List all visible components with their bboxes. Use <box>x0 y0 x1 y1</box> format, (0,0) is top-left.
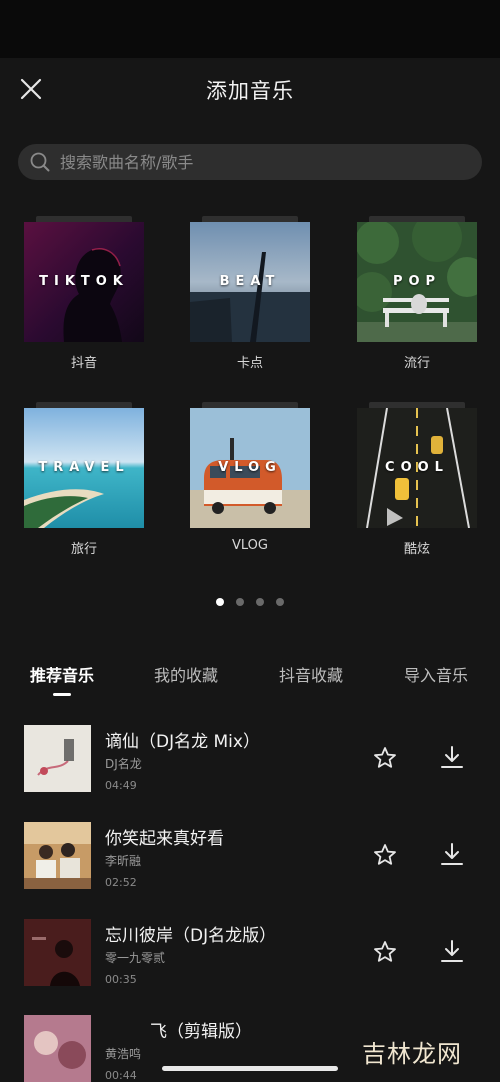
song-duration: 04:49 <box>105 779 137 792</box>
song-artist: 零一九零贰 <box>105 951 166 965</box>
category-vlog[interactable]: VLOG VLOG <box>190 402 310 558</box>
song-title: 飞（剪辑版） <box>150 1022 252 1042</box>
search-bar[interactable] <box>18 144 482 180</box>
page-dot[interactable] <box>276 598 284 606</box>
music-tabs: 推荐音乐 我的收藏 抖音收藏 导入音乐 <box>0 662 500 702</box>
category-label: 流行 <box>403 356 430 371</box>
song-cover-image <box>24 919 91 986</box>
tab-recommended[interactable]: 推荐音乐 <box>30 662 94 686</box>
song-row[interactable]: 你笑起来真好看 李昕融 02:52 <box>0 822 500 912</box>
watermark-text: 吉林龙网 <box>362 1040 462 1068</box>
category-label: 酷炫 <box>403 542 430 557</box>
song-cover <box>24 822 91 889</box>
song-cover-image <box>24 725 91 792</box>
song-duration: 00:35 <box>105 973 137 986</box>
category-label: 卡点 <box>236 356 263 371</box>
download-icon[interactable] <box>440 744 464 770</box>
song-title: 忘川彼岸（DJ名龙版） <box>105 926 277 946</box>
status-bar <box>0 0 500 58</box>
tab-my-favorites[interactable]: 我的收藏 <box>154 662 218 686</box>
song-cover-image <box>24 822 91 889</box>
category-thumbnail: TRAVEL <box>24 408 144 528</box>
header: 添加音乐 <box>0 58 500 120</box>
category-thumb-text: TRAVEL <box>38 460 130 475</box>
song-row[interactable]: 谪仙（DJ名龙 Mix） DJ名龙 04:49 <box>0 725 500 815</box>
category-label: 旅行 <box>70 542 97 557</box>
star-icon[interactable] <box>372 745 398 771</box>
page-indicator <box>0 598 500 608</box>
category-tiktok[interactable]: TIKTOK 抖音 <box>24 216 144 372</box>
song-artist: 李昕融 <box>105 854 142 868</box>
song-duration: 00:44 <box>105 1069 137 1082</box>
home-indicator[interactable] <box>162 1066 338 1071</box>
song-cover-image <box>24 1015 91 1082</box>
page-title: 添加音乐 <box>206 79 294 103</box>
category-thumbnail: TIKTOK <box>24 222 144 342</box>
category-thumb-text: BEAT <box>219 274 281 289</box>
song-cover <box>24 1015 91 1082</box>
search-input[interactable] <box>60 144 460 180</box>
category-thumbnail: VLOG <box>190 408 310 528</box>
search-icon <box>30 152 50 172</box>
category-thumb-text: VLOG <box>218 460 282 475</box>
active-tab-underline <box>53 693 71 696</box>
download-icon[interactable] <box>440 841 464 867</box>
song-cover <box>24 725 91 792</box>
download-icon[interactable] <box>440 938 464 964</box>
category-thumbnail: POP <box>357 222 477 342</box>
page-dot[interactable] <box>236 598 244 606</box>
category-pop[interactable]: POP 流行 <box>357 216 477 372</box>
song-title: 你笑起来真好看 <box>105 829 224 849</box>
category-travel[interactable]: TRAVEL 旅行 <box>24 402 144 558</box>
category-label: VLOG <box>232 538 268 553</box>
category-thumb-text: COOL <box>385 460 449 475</box>
song-title: 谪仙（DJ名龙 Mix） <box>105 732 260 752</box>
tab-douyin-favorites[interactable]: 抖音收藏 <box>279 662 343 686</box>
tab-import-music[interactable]: 导入音乐 <box>404 662 468 686</box>
category-thumb-text: POP <box>392 274 442 289</box>
star-icon[interactable] <box>372 939 398 965</box>
page-dot[interactable] <box>256 598 264 606</box>
song-duration: 02:52 <box>105 876 137 889</box>
song-artist: DJ名龙 <box>105 757 142 771</box>
page-dot-active[interactable] <box>216 598 224 606</box>
song-cover <box>24 919 91 986</box>
category-thumbnail: COOL <box>357 408 477 528</box>
category-cool[interactable]: COOL 酷炫 <box>357 402 477 558</box>
star-icon[interactable] <box>372 842 398 868</box>
song-row[interactable]: 忘川彼岸（DJ名龙版） 零一九零贰 00:35 <box>0 919 500 1009</box>
site-watermark: 吉林龙网 <box>356 1030 496 1070</box>
song-artist: 黄浩鸣 <box>105 1047 142 1061</box>
category-thumbnail: BEAT <box>190 222 310 342</box>
category-label: 抖音 <box>70 356 97 371</box>
category-beat[interactable]: BEAT 卡点 <box>190 216 310 372</box>
category-thumb-text: TIKTOK <box>39 274 129 289</box>
